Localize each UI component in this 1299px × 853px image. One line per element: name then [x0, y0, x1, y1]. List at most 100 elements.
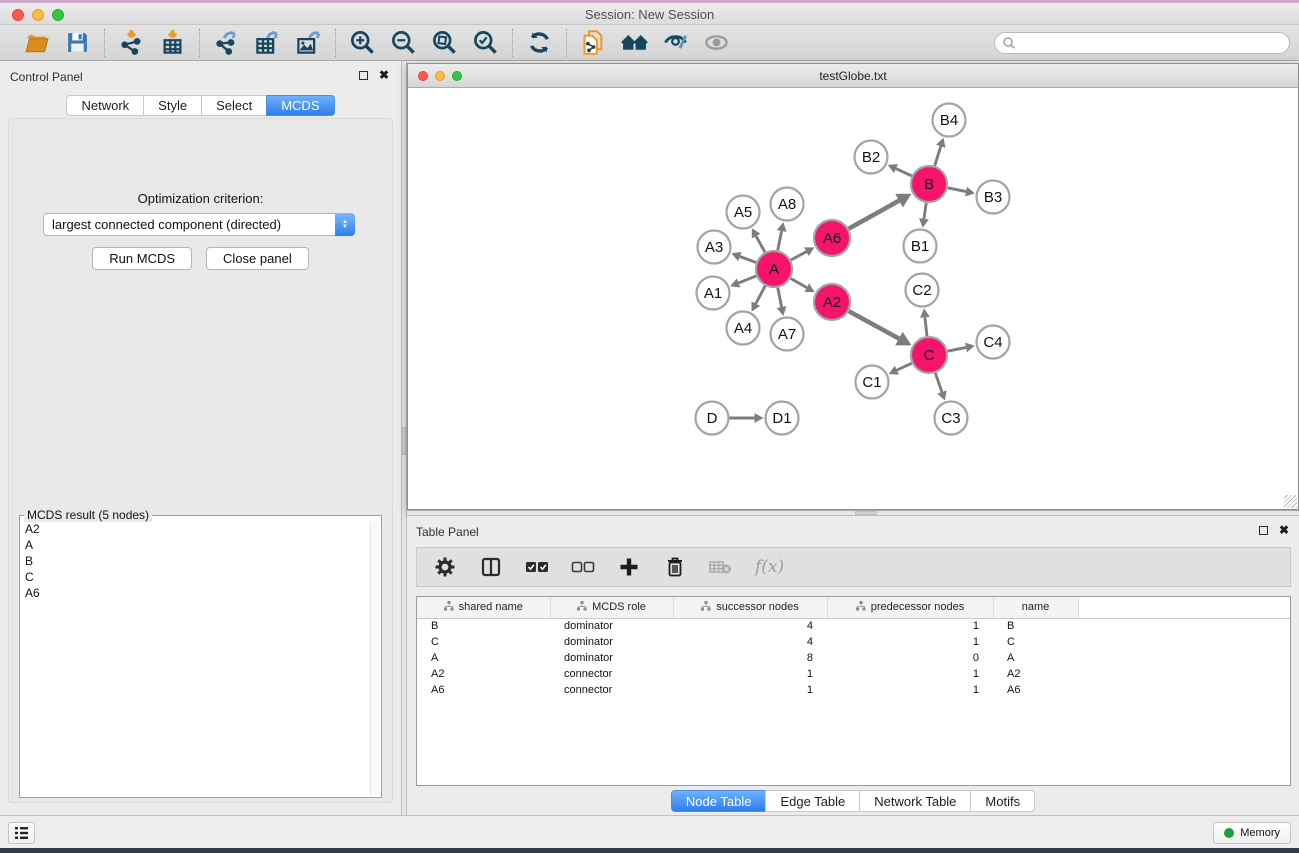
- tab-mcds[interactable]: MCDS: [266, 95, 334, 116]
- table-cell[interactable]: connector: [550, 666, 673, 682]
- tab-node-table[interactable]: Node Table: [671, 790, 766, 812]
- mcds-result-item[interactable]: A: [22, 537, 369, 553]
- table-cell[interactable]: A: [417, 650, 550, 666]
- table-cell[interactable]: C: [993, 634, 1078, 650]
- table-cell[interactable]: 1: [827, 666, 993, 682]
- zoom-selected-icon[interactable]: [472, 29, 499, 56]
- column-header-name[interactable]: name: [993, 597, 1078, 618]
- table-cell[interactable]: 1: [827, 634, 993, 650]
- zoom-fit-icon[interactable]: [431, 29, 458, 56]
- splitter-grip[interactable]: [402, 427, 406, 455]
- table-cell[interactable]: A: [993, 650, 1078, 666]
- network-window-titlebar[interactable]: testGlobe.txt: [408, 64, 1298, 88]
- graph-edge-A-A8[interactable]: [778, 231, 782, 250]
- save-session-icon[interactable]: [64, 29, 91, 56]
- graph-edge-A6-B[interactable]: [849, 201, 899, 229]
- show-hide-eye-icon[interactable]: [703, 29, 730, 56]
- graph-edge-A-A4[interactable]: [756, 286, 765, 304]
- graph-edge-A-A6[interactable]: [791, 252, 807, 260]
- graph-edge-A-A5[interactable]: [756, 236, 765, 252]
- result-scrollbar[interactable]: [370, 521, 380, 795]
- mcds-result-item[interactable]: A2: [22, 521, 369, 537]
- mcds-result-item[interactable]: B: [22, 553, 369, 569]
- table-cell[interactable]: dominator: [550, 650, 673, 666]
- mcds-result-item[interactable]: A6: [22, 585, 369, 601]
- table-cell[interactable]: 0: [827, 650, 993, 666]
- deselect-all-checkboxes-icon[interactable]: [571, 555, 595, 579]
- import-network-icon[interactable]: [118, 29, 145, 56]
- table-row[interactable]: Cdominator41C: [417, 634, 1290, 650]
- splitter-grip[interactable]: [855, 511, 877, 515]
- graph-edge-B-B4[interactable]: [935, 146, 941, 166]
- float-panel-icon[interactable]: [359, 71, 368, 80]
- tab-network[interactable]: Network: [66, 95, 143, 116]
- new-network-from-selection-icon[interactable]: [580, 29, 607, 56]
- table-cell[interactable]: A6: [417, 682, 550, 698]
- delete-column-trash-icon[interactable]: [663, 555, 687, 579]
- open-file-icon[interactable]: [23, 29, 50, 56]
- refresh-icon[interactable]: [526, 29, 553, 56]
- zoom-out-icon[interactable]: [390, 29, 417, 56]
- column-header-mcds-role[interactable]: MCDS role: [550, 597, 673, 618]
- home-networks-icon[interactable]: [621, 29, 648, 56]
- task-history-button[interactable]: [8, 822, 35, 844]
- graph-edge-A-A7[interactable]: [778, 288, 782, 307]
- search-input[interactable]: [1016, 34, 1289, 52]
- graph-edge-B-B1[interactable]: [924, 203, 926, 219]
- column-header-successor-nodes[interactable]: successor nodes: [673, 597, 827, 618]
- graph-edge-B-B2[interactable]: [896, 169, 912, 176]
- graph-edge-C-C2[interactable]: [925, 317, 927, 336]
- run-mcds-button[interactable]: Run MCDS: [92, 247, 192, 270]
- select-all-checkboxes-icon[interactable]: [525, 555, 549, 579]
- zoom-in-icon[interactable]: [349, 29, 376, 56]
- memory-button[interactable]: Memory: [1213, 822, 1291, 844]
- tab-style[interactable]: Style: [143, 95, 201, 116]
- show-column-panel-icon[interactable]: [479, 555, 503, 579]
- export-table-icon[interactable]: [254, 29, 281, 56]
- close-panel-icon[interactable]: ✖: [1279, 525, 1289, 535]
- style-edit-eye-icon[interactable]: [662, 29, 689, 56]
- close-panel-icon[interactable]: ✖: [379, 70, 389, 80]
- table-row[interactable]: Bdominator41B: [417, 618, 1290, 634]
- table-cell[interactable]: A6: [993, 682, 1078, 698]
- table-cell[interactable]: 4: [673, 634, 827, 650]
- table-cell[interactable]: 8: [673, 650, 827, 666]
- graph-edge-A-A3[interactable]: [740, 256, 756, 262]
- export-network-icon[interactable]: [213, 29, 240, 56]
- table-cell[interactable]: connector: [550, 682, 673, 698]
- graph-edge-A2-C[interactable]: [849, 311, 899, 338]
- column-settings-gear-icon[interactable]: [433, 555, 457, 579]
- import-table-icon[interactable]: [159, 29, 186, 56]
- table-cell[interactable]: 1: [827, 682, 993, 698]
- table-row[interactable]: A2connector11A2: [417, 666, 1290, 682]
- export-image-icon[interactable]: [295, 29, 322, 56]
- graph-edge-B-B3[interactable]: [948, 188, 966, 192]
- tab-select[interactable]: Select: [201, 95, 266, 116]
- function-builder-fx-icon[interactable]: f(x): [755, 557, 784, 577]
- column-header-shared-name[interactable]: shared name: [417, 597, 550, 618]
- table-row[interactable]: A6connector11A6: [417, 682, 1290, 698]
- tab-motifs[interactable]: Motifs: [970, 790, 1035, 812]
- tab-network-table[interactable]: Network Table: [859, 790, 970, 812]
- optimization-criterion-dropdown[interactable]: largest connected component (directed) ▲…: [43, 213, 355, 236]
- table-row[interactable]: Adominator80A: [417, 650, 1290, 666]
- tab-edge-table[interactable]: Edge Table: [765, 790, 859, 812]
- network-graph[interactable]: AA6A2BCA3A5A8A1A4A7B2B4B3B1C2C4C1C3DD1: [408, 88, 1298, 509]
- graph-edge-A-A1[interactable]: [739, 276, 757, 283]
- table-cell[interactable]: B: [417, 618, 550, 634]
- window-resize-grip[interactable]: [1284, 495, 1297, 508]
- table-cell[interactable]: C: [417, 634, 550, 650]
- table-cell[interactable]: A2: [993, 666, 1078, 682]
- delete-table-icon[interactable]: [709, 555, 733, 579]
- float-panel-icon[interactable]: [1259, 526, 1268, 535]
- table-cell[interactable]: A2: [417, 666, 550, 682]
- table-cell[interactable]: 1: [673, 666, 827, 682]
- table-cell[interactable]: 1: [827, 618, 993, 634]
- graph-edge-C-C1[interactable]: [897, 363, 912, 370]
- graph-edge-A-A2[interactable]: [791, 278, 807, 287]
- graph-edge-C-C3[interactable]: [935, 373, 942, 392]
- search-field[interactable]: [994, 32, 1290, 54]
- network-canvas[interactable]: AA6A2BCA3A5A8A1A4A7B2B4B3B1C2C4C1C3DD1: [408, 88, 1298, 509]
- table-cell[interactable]: B: [993, 618, 1078, 634]
- mcds-result-item[interactable]: C: [22, 569, 369, 585]
